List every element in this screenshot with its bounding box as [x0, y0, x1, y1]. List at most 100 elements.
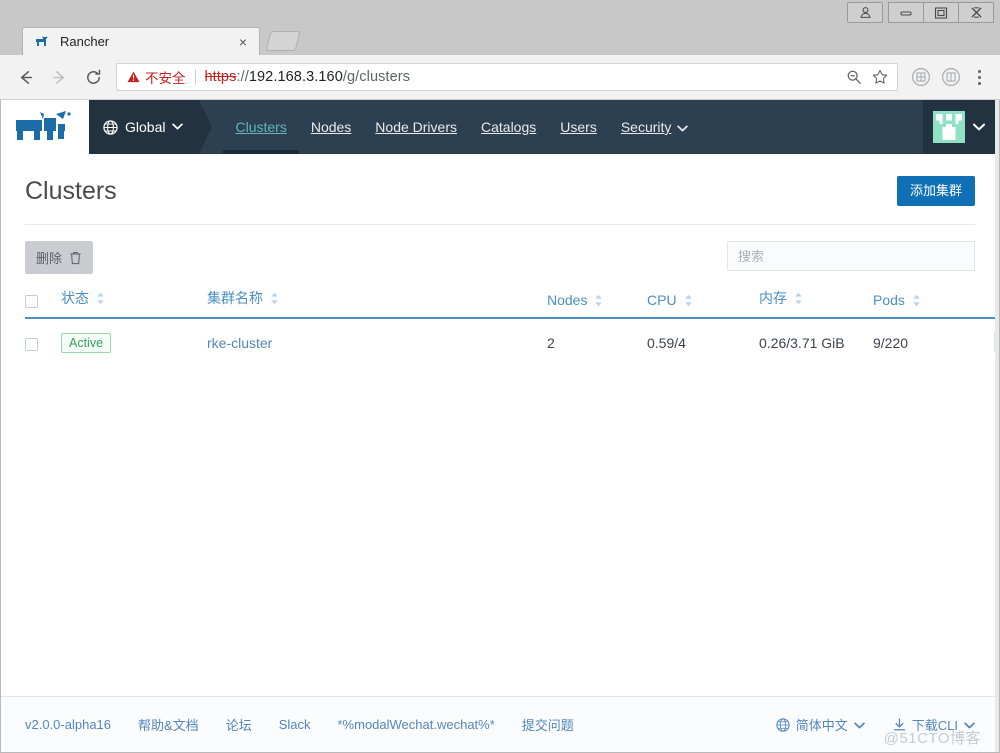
nav-item-nodes[interactable]: Nodes — [299, 100, 363, 154]
nav-label: Node Drivers — [375, 119, 457, 135]
back-button[interactable] — [8, 60, 42, 94]
url-scheme: https — [204, 69, 237, 85]
add-cluster-button[interactable]: 添加集群 — [896, 176, 975, 207]
select-all-checkbox[interactable] — [25, 295, 38, 309]
language-label: 简体中文 — [795, 718, 848, 733]
table-body: Active rke-cluster 2 0.59/4 0.26/3.71 Gi… — [25, 318, 999, 367]
nav-item-node-drivers[interactable]: Node Drivers — [363, 100, 469, 154]
table-row[interactable]: Active rke-cluster 2 0.59/4 0.26/3.71 Gi… — [25, 318, 999, 367]
rancher-nav-links: Clusters Nodes Node Drivers Catalogs Use… — [223, 100, 700, 154]
delete-button[interactable]: 删除 — [25, 241, 94, 275]
warning-triangle-icon — [127, 71, 140, 83]
browser-tab-title: Rancher — [60, 34, 110, 49]
row-memory-cell: 0.26/3.71 GiB — [759, 334, 845, 351]
clusters-table-area: 删除 搜索 状态 集群名称 Nodes CPU 内存 Pods Active r… — [1, 225, 999, 696]
url-path: /g/clusters — [342, 69, 411, 85]
magnifier-minus-icon — [847, 70, 861, 84]
row-nodes-cell: 2 — [547, 334, 555, 351]
row-cpu-cell: 0.59/4 — [647, 334, 686, 351]
page-title-row: Clusters 添加集群 — [1, 154, 999, 224]
nav-label: Security — [620, 119, 672, 135]
maximize-button[interactable] — [923, 2, 959, 23]
chevron-down-icon — [973, 118, 985, 136]
nav-item-catalogs[interactable]: Catalogs — [469, 100, 548, 154]
extension-button-2[interactable] — [938, 64, 964, 90]
sort-icon — [794, 292, 803, 305]
extension-button-1[interactable] — [908, 64, 934, 90]
download-cli-label: 下载CLI — [911, 718, 958, 733]
download-cli-link[interactable]: 下载CLI — [893, 715, 975, 734]
col-cluster-name-label: 集群名称 — [207, 290, 263, 307]
browser-tab-rancher[interactable]: Rancher × — [22, 27, 260, 55]
chevron-down-icon — [677, 119, 689, 135]
footer-link-submit-issue[interactable]: 提交问题 — [522, 715, 574, 734]
col-memory-label: 内存 — [759, 290, 787, 307]
rancher-logo[interactable] — [1, 100, 89, 154]
sort-icon — [270, 292, 279, 305]
chevron-down-icon — [854, 717, 865, 732]
row-select-cell — [25, 318, 61, 367]
close-button[interactable] — [958, 2, 994, 23]
back-arrow-icon — [20, 70, 32, 84]
url-host: 192.168.3.160 — [248, 69, 343, 85]
footer-link-slack[interactable]: Slack — [279, 717, 311, 732]
context-switcher[interactable]: Global — [89, 100, 213, 154]
sort-icon — [912, 294, 921, 307]
maximize-icon — [934, 6, 948, 19]
omnibox-separator — [194, 69, 196, 85]
nav-label: Catalogs — [481, 119, 537, 135]
footer-links: v2.0.0-alpha16 帮助&文档 论坛 Slack *%modalWec… — [25, 715, 574, 734]
row-name-cell: rke-cluster — [207, 318, 547, 367]
download-icon — [893, 717, 905, 730]
col-pods[interactable]: Pods — [873, 284, 967, 320]
footer-link-version[interactable]: v2.0.0-alpha16 — [25, 717, 111, 732]
user-menu[interactable] — [923, 100, 999, 154]
col-memory[interactable]: 内存 — [759, 284, 873, 320]
col-nodes[interactable]: Nodes — [547, 284, 647, 320]
forward-button[interactable] — [42, 60, 76, 94]
status-badge: Active — [61, 332, 112, 353]
footer-link-forum[interactable]: 论坛 — [226, 715, 252, 734]
cluster-name-link[interactable]: rke-cluster — [207, 335, 272, 351]
rancher-navbar: Global Clusters Nodes Node Drivers Catal… — [89, 100, 999, 154]
nav-item-security[interactable]: Security — [609, 100, 701, 154]
row-checkbox[interactable] — [25, 337, 38, 351]
zoom-out-icon[interactable] — [843, 66, 865, 88]
reload-icon — [86, 69, 100, 84]
address-bar[interactable]: 不安全 https://192.168.3.160/g/clusters — [116, 63, 898, 91]
clusters-table: 状态 集群名称 Nodes CPU 内存 Pods Active rke-clu… — [25, 284, 999, 367]
window-titlebar — [0, 0, 1000, 27]
col-cluster-name[interactable]: 集群名称 — [207, 284, 547, 320]
avatar — [933, 111, 965, 143]
col-cpu[interactable]: CPU — [647, 284, 759, 320]
user-profile-button[interactable] — [847, 2, 883, 23]
col-state[interactable]: 状态 — [61, 284, 207, 320]
footer-link-help-docs[interactable]: 帮助&文档 — [138, 715, 199, 734]
search-input[interactable] — [738, 248, 964, 264]
col-state-label: 状态 — [61, 290, 89, 307]
footer-link-wechat[interactable]: *%modalWechat.wechat%* — [338, 717, 495, 732]
col-pods-label: Pods — [873, 292, 905, 309]
rancher-header: Global Clusters Nodes Node Drivers Catal… — [1, 100, 999, 154]
bookmark-star-icon[interactable] — [869, 66, 891, 88]
security-indicator[interactable]: 不安全 — [127, 67, 186, 87]
new-tab-button[interactable] — [265, 31, 301, 51]
rancher-footer: v2.0.0-alpha16 帮助&文档 论坛 Slack *%modalWec… — [1, 696, 999, 752]
language-selector[interactable]: 简体中文 — [776, 715, 865, 734]
nav-item-clusters[interactable]: Clusters — [223, 100, 300, 154]
nav-item-users[interactable]: Users — [548, 100, 609, 154]
col-select-all — [25, 284, 61, 320]
search-box[interactable] — [727, 241, 975, 272]
browser-menu-button[interactable] — [966, 62, 992, 92]
page-scrollbar[interactable] — [995, 100, 999, 752]
minimize-button[interactable] — [888, 2, 924, 23]
close-icon — [970, 7, 982, 18]
sort-icon — [96, 292, 105, 305]
user-icon — [859, 7, 871, 18]
reload-button[interactable] — [76, 60, 110, 94]
col-nodes-label: Nodes — [547, 292, 588, 309]
extension-icon-1 — [912, 68, 930, 86]
tab-close-icon[interactable]: × — [235, 34, 251, 50]
page-viewport: Global Clusters Nodes Node Drivers Catal… — [0, 100, 1000, 753]
table-controls: 删除 — [25, 241, 975, 275]
